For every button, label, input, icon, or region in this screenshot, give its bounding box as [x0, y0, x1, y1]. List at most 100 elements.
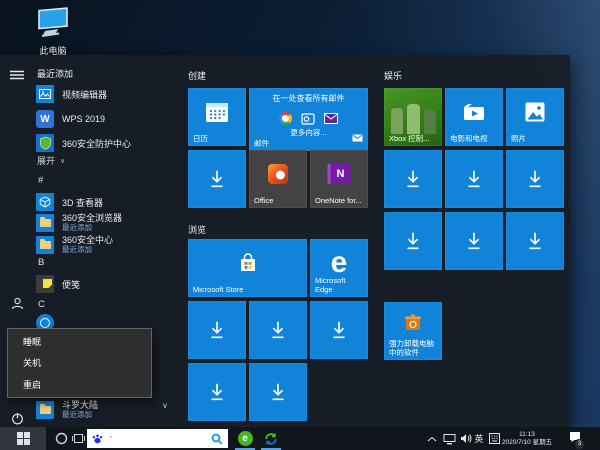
xbox-art	[424, 109, 436, 134]
this-pc-icon	[34, 6, 72, 43]
folder-icon	[36, 214, 54, 232]
app-item-sticky-notes[interactable]: 便笺	[36, 273, 178, 295]
shutdown-menu-item[interactable]: 关机	[8, 354, 151, 372]
restart-menu-item[interactable]: 重启	[8, 376, 151, 394]
windows-logo-icon	[17, 432, 30, 445]
task-view-icon	[72, 433, 85, 444]
envelope-icon	[352, 129, 363, 147]
tile-office[interactable]: Office	[249, 150, 307, 208]
recently-added-header: 最近添加	[37, 67, 73, 80]
download-tile[interactable]	[188, 150, 246, 208]
group-title-create[interactable]: 创建	[188, 69, 206, 82]
chevron-up-icon	[427, 436, 437, 442]
taskbar-search-box[interactable]: ⌃	[87, 429, 228, 448]
section-letter-c[interactable]: C	[38, 299, 45, 310]
app-item-wps-2019[interactable]: W WPS 2019	[36, 108, 178, 130]
volume-tray-button[interactable]	[458, 427, 473, 450]
download-tile[interactable]	[249, 301, 307, 359]
download-tile[interactable]	[506, 150, 564, 208]
desktop-icon-this-pc[interactable]: 此电脑	[24, 6, 82, 57]
section-letter-b[interactable]: B	[38, 257, 44, 268]
download-arrow-icon	[206, 319, 228, 341]
office-icon	[268, 164, 288, 184]
outlook-icon	[301, 113, 315, 125]
download-arrow-icon	[524, 230, 546, 252]
user-icon	[11, 297, 24, 310]
start-menu-panel: 最近添加 视频编辑器 W WPS 2019 360安全防护中心 展开 ∨ # 3…	[0, 55, 570, 427]
download-arrow-icon	[402, 168, 424, 190]
expand-button[interactable]: 展开 ∨	[37, 154, 65, 167]
sync-arrows-icon	[264, 432, 278, 446]
download-arrow-icon	[206, 381, 228, 403]
wps-icon: W	[36, 110, 54, 128]
sleep-menu-item[interactable]: 睡眠	[8, 333, 151, 351]
download-tile[interactable]	[310, 301, 368, 359]
action-center-button[interactable]: 3	[564, 427, 586, 450]
group-title-browse[interactable]: 浏览	[188, 223, 206, 236]
download-tile[interactable]	[445, 212, 503, 270]
section-letter-hash[interactable]: #	[38, 175, 43, 186]
tile-photos[interactable]: 照片	[506, 88, 564, 146]
trash-bin-icon	[402, 312, 424, 332]
group-title-entertainment[interactable]: 娱乐	[384, 69, 402, 82]
edge-icon: e	[331, 248, 348, 278]
power-flyout-menu: 睡眠 关机 重启	[7, 328, 152, 398]
taskbar: ⌃ e 英 11:13 2020/7/10 星期五	[0, 427, 600, 450]
clock-tray-button[interactable]: 11:13 2020/7/10 星期五	[498, 429, 556, 448]
tile-movies-tv[interactable]: 电影和电视	[445, 88, 503, 146]
download-arrow-icon	[463, 168, 485, 190]
download-arrow-icon	[402, 230, 424, 252]
power-button[interactable]	[7, 408, 27, 428]
google-icon	[279, 112, 292, 125]
menu-hamburger-button[interactable]	[7, 65, 27, 85]
tile-calendar[interactable]: 日历	[188, 88, 246, 146]
tile-microsoft-store[interactable]: Microsoft Store	[188, 239, 307, 297]
ime-language-button[interactable]: 英	[472, 427, 486, 450]
folder-icon	[36, 401, 54, 419]
download-tile[interactable]	[445, 150, 503, 208]
tile-microsoft-edge[interactable]: e Microsoft Edge	[310, 239, 368, 297]
green-e-icon: e	[238, 431, 253, 446]
user-account-button[interactable]	[7, 293, 27, 313]
tray-overflow-button[interactable]	[425, 427, 439, 450]
hamburger-icon	[10, 70, 24, 80]
download-tile[interactable]	[249, 363, 307, 421]
browser-360-taskbar-button[interactable]: e	[233, 427, 257, 450]
chevron-down-icon: ∨	[60, 157, 65, 165]
download-tile[interactable]	[384, 150, 442, 208]
sticky-notes-icon	[36, 275, 54, 293]
xbox-art	[407, 104, 420, 134]
download-tile[interactable]	[188, 363, 246, 421]
purple-mail-icon	[324, 113, 338, 124]
power-icon	[11, 412, 24, 425]
onenote-icon: N	[328, 164, 351, 184]
video-editor-icon	[36, 85, 54, 103]
tile-onenote[interactable]: N OneNote for...	[310, 150, 368, 208]
movies-tv-icon	[462, 102, 486, 122]
tile-force-uninstall[interactable]: 强力卸载电脑中的软件	[384, 302, 442, 360]
task-view-button[interactable]	[70, 427, 87, 450]
tile-xbox[interactable]: Xbox 控制...	[384, 88, 442, 146]
folder-icon	[36, 236, 54, 254]
notification-bubble-icon: 3	[568, 430, 582, 448]
baidu-search-icon[interactable]	[211, 433, 223, 445]
tile-mail[interactable]: 在一处查看所有邮件 更多内容... 邮件	[249, 88, 368, 151]
cortana-button[interactable]	[52, 427, 70, 450]
sync-app-taskbar-button[interactable]	[259, 427, 283, 450]
download-tile[interactable]	[384, 212, 442, 270]
app-item-360-security[interactable]: 360安全防护中心	[36, 132, 178, 154]
start-button[interactable]	[0, 427, 46, 450]
caret-icon[interactable]: ⌃	[108, 435, 114, 443]
group-chevron-icon[interactable]: ∨	[162, 401, 168, 410]
network-icon	[443, 433, 456, 445]
download-tile[interactable]	[188, 301, 246, 359]
app-item-360-safe-center[interactable]: 360安全中心 最近添加	[36, 232, 178, 258]
app-item-douluo-folder[interactable]: 斗罗大陆 最近添加	[36, 397, 178, 423]
download-tile[interactable]	[506, 212, 564, 270]
app-item-video-editor[interactable]: 视频编辑器	[36, 83, 178, 105]
cortana-circle-icon	[55, 432, 68, 445]
speaker-icon	[460, 433, 472, 444]
baidu-paw-icon	[92, 433, 103, 444]
network-tray-button[interactable]	[441, 427, 457, 450]
photos-icon	[525, 102, 546, 123]
